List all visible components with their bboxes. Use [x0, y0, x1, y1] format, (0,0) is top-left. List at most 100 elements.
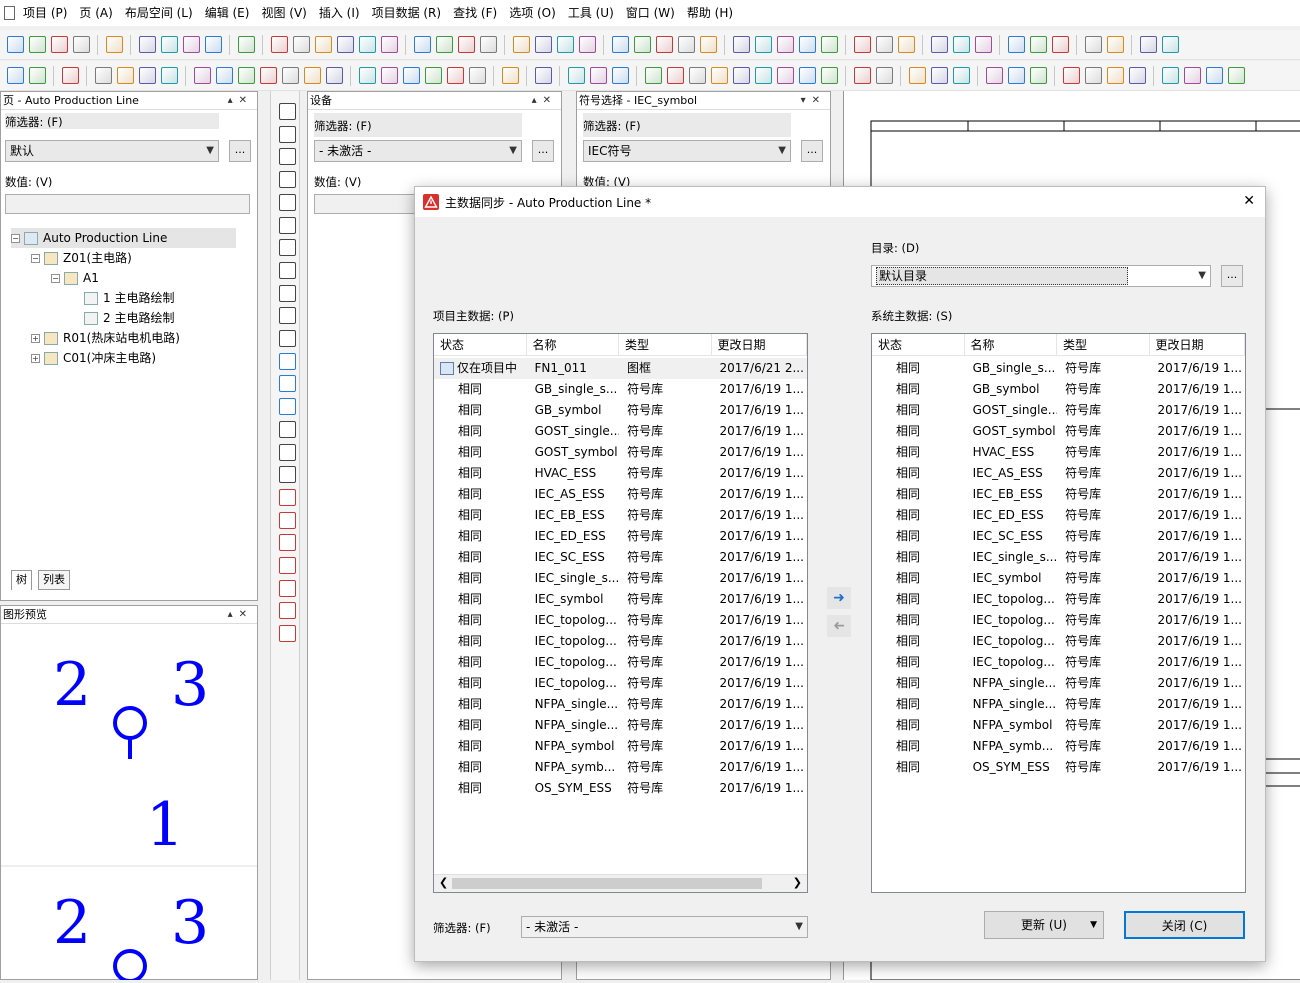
toolbar-tool-icon[interactable] [644, 67, 662, 84]
column-header[interactable]: 类型 [1057, 334, 1150, 355]
table-row[interactable]: 相同 IEC_single_s... 符号库 2017/6/19 1... [434, 568, 807, 589]
toolbar-tool-icon[interactable] [402, 67, 420, 84]
toolbar-tool-icon[interactable] [908, 67, 926, 84]
menu-item[interactable]: 项目 (P) [17, 0, 73, 26]
menu-item[interactable]: 视图 (V) [255, 0, 312, 26]
drawing-tool-icon[interactable] [278, 625, 296, 643]
drawing-tool-icon[interactable] [278, 534, 296, 552]
toolbar-tool-icon[interactable] [655, 36, 673, 53]
toolbar-tool-icon[interactable] [61, 67, 79, 84]
table-row[interactable]: 相同 IEC_topolog... 符号库 2017/6/19 1... [434, 631, 807, 652]
toolbar-tool-icon[interactable] [1106, 67, 1124, 84]
tab-tree[interactable]: 树 [11, 570, 32, 590]
drawing-tool-icon[interactable] [278, 420, 296, 438]
column-header[interactable]: 名称 [965, 334, 1057, 355]
toolbar-tool-icon[interactable] [116, 67, 134, 84]
table-row[interactable]: 相同 GOST_symbol 符号库 2017/6/19 1... [434, 442, 807, 463]
scrollbar-thumb[interactable] [452, 878, 762, 889]
symbol-filter-select[interactable]: IEC符号 ▼ [583, 140, 791, 162]
drawing-tool-icon[interactable] [278, 125, 296, 143]
toolbar-tool-icon[interactable] [534, 36, 552, 53]
table-row[interactable]: 相同 IEC_symbol 符号库 2017/6/19 1... [434, 589, 807, 610]
toolbar-tool-icon[interactable] [1084, 67, 1102, 84]
toolbar-tool-icon[interactable] [930, 67, 948, 84]
toolbar-tool-icon[interactable] [468, 67, 486, 84]
toolbar-tool-icon[interactable] [160, 67, 178, 84]
table-row[interactable]: 相同 NFPA_symb... 符号库 2017/6/19 1... [434, 757, 807, 778]
device-filter-select[interactable]: - 未激活 - ▼ [314, 140, 522, 162]
menu-item[interactable]: 选项 (O) [503, 0, 562, 26]
toolbar-tool-icon[interactable] [677, 36, 695, 53]
toolbar-tool-icon[interactable] [1062, 67, 1080, 84]
toolbar-tool-icon[interactable] [281, 67, 299, 84]
toolbar-tool-icon[interactable] [28, 67, 46, 84]
toolbar-tool-icon[interactable] [875, 36, 893, 53]
toolbar-tool-icon[interactable] [710, 67, 728, 84]
table-row[interactable]: 相同 IEC_topolog... 符号库 2017/6/19 1... [872, 652, 1245, 673]
table-row[interactable]: 相同 OS_SYM_ESS 符号库 2017/6/19 1... [434, 778, 807, 799]
tree-item[interactable]: − A1 [51, 268, 99, 288]
caret-down-icon[interactable]: ▼ [1090, 912, 1097, 938]
toolbar-tool-icon[interactable] [138, 67, 156, 84]
drawing-tool-icon[interactable] [278, 148, 296, 166]
drawing-tool-icon[interactable] [278, 171, 296, 189]
toolbar-tool-icon[interactable] [875, 67, 893, 84]
toolbar-tool-icon[interactable] [237, 36, 255, 53]
arrow-right-icon[interactable]: ➜ [827, 587, 851, 609]
drawing-tool-icon[interactable] [278, 579, 296, 597]
table-row[interactable]: 相同 NFPA_single... 符号库 2017/6/19 1... [872, 673, 1245, 694]
table-row[interactable]: 相同 IEC_topolog... 符号库 2017/6/19 1... [872, 610, 1245, 631]
drawing-tool-icon[interactable] [278, 398, 296, 416]
tree-item[interactable]: + R01(热床站电机电路) [31, 328, 180, 348]
menu-item[interactable]: 插入 (I) [313, 0, 366, 26]
collapse-icon[interactable]: − [31, 253, 40, 263]
table-row[interactable]: 相同 GOST_single... 符号库 2017/6/19 1... [872, 400, 1245, 421]
horizontal-scrollbar[interactable]: ❮ ❯ [434, 874, 807, 892]
expand-icon[interactable]: + [31, 353, 40, 363]
table-row[interactable]: 相同 IEC_topolog... 符号库 2017/6/19 1... [434, 673, 807, 694]
drawing-tool-icon[interactable] [278, 375, 296, 393]
toolbar-tool-icon[interactable] [380, 67, 398, 84]
toolbar-tool-icon[interactable] [776, 67, 794, 84]
toolbar-tool-icon[interactable] [666, 67, 684, 84]
table-row[interactable]: 相同 IEC_SC_ESS 符号库 2017/6/19 1... [872, 526, 1245, 547]
catalog-select[interactable]: 默认目录 ▼ [871, 265, 1211, 287]
table-row[interactable]: 相同 IEC_topolog... 符号库 2017/6/19 1... [434, 610, 807, 631]
toolbar-tool-icon[interactable] [1183, 67, 1201, 84]
table-row[interactable]: 相同 IEC_ED_ESS 符号库 2017/6/19 1... [434, 526, 807, 547]
toolbar-tool-icon[interactable] [259, 67, 277, 84]
toolbar-tool-icon[interactable] [358, 67, 376, 84]
toolbar-tool-icon[interactable] [270, 36, 288, 53]
toolbar-tool-icon[interactable] [1128, 67, 1146, 84]
table-row[interactable]: 相同 IEC_EB_ESS 符号库 2017/6/19 1... [434, 505, 807, 526]
table-row[interactable]: 相同 IEC_topolog... 符号库 2017/6/19 1... [872, 631, 1245, 652]
table-row[interactable]: 相同 GOST_symbol 符号库 2017/6/19 1... [872, 421, 1245, 442]
table-row[interactable]: 仅在项目中 FN1_011 图框 2017/6/21 2... [434, 358, 807, 379]
toolbar-tool-icon[interactable] [1051, 36, 1069, 53]
toolbar-tool-icon[interactable] [930, 36, 948, 53]
menu-item[interactable]: 页 (A) [73, 0, 118, 26]
column-header[interactable]: 状态 [434, 334, 527, 355]
toolbar-tool-icon[interactable] [556, 36, 574, 53]
menu-item[interactable]: 工具 (U) [562, 0, 620, 26]
toolbar-tool-icon[interactable] [303, 67, 321, 84]
toolbar-tool-icon[interactable] [1029, 67, 1047, 84]
menu-item[interactable]: 查找 (F) [447, 0, 503, 26]
menu-item[interactable]: 窗口 (W) [620, 0, 681, 26]
pages-filter-dots-button[interactable]: ... [229, 140, 251, 162]
toolbar-tool-icon[interactable] [754, 36, 772, 53]
toolbar-tool-icon[interactable] [479, 36, 497, 53]
toolbar-tool-icon[interactable] [6, 67, 24, 84]
table-row[interactable]: 相同 HVAC_ESS 符号库 2017/6/19 1... [434, 463, 807, 484]
toolbar-tool-icon[interactable] [578, 36, 596, 53]
tree-item[interactable]: 2 主电路绘制 [71, 308, 174, 328]
toolbar-tool-icon[interactable] [501, 67, 519, 84]
toolbar-tool-icon[interactable] [314, 36, 332, 53]
collapse-icon[interactable]: − [11, 233, 20, 243]
drawing-tool-icon[interactable] [278, 284, 296, 302]
toolbar-tool-icon[interactable] [105, 36, 123, 53]
toolbar-tool-icon[interactable] [688, 67, 706, 84]
column-header[interactable]: 名称 [527, 334, 619, 355]
table-row[interactable]: 相同 NFPA_single... 符号库 2017/6/19 1... [872, 694, 1245, 715]
drawing-tool-icon[interactable] [278, 352, 296, 370]
